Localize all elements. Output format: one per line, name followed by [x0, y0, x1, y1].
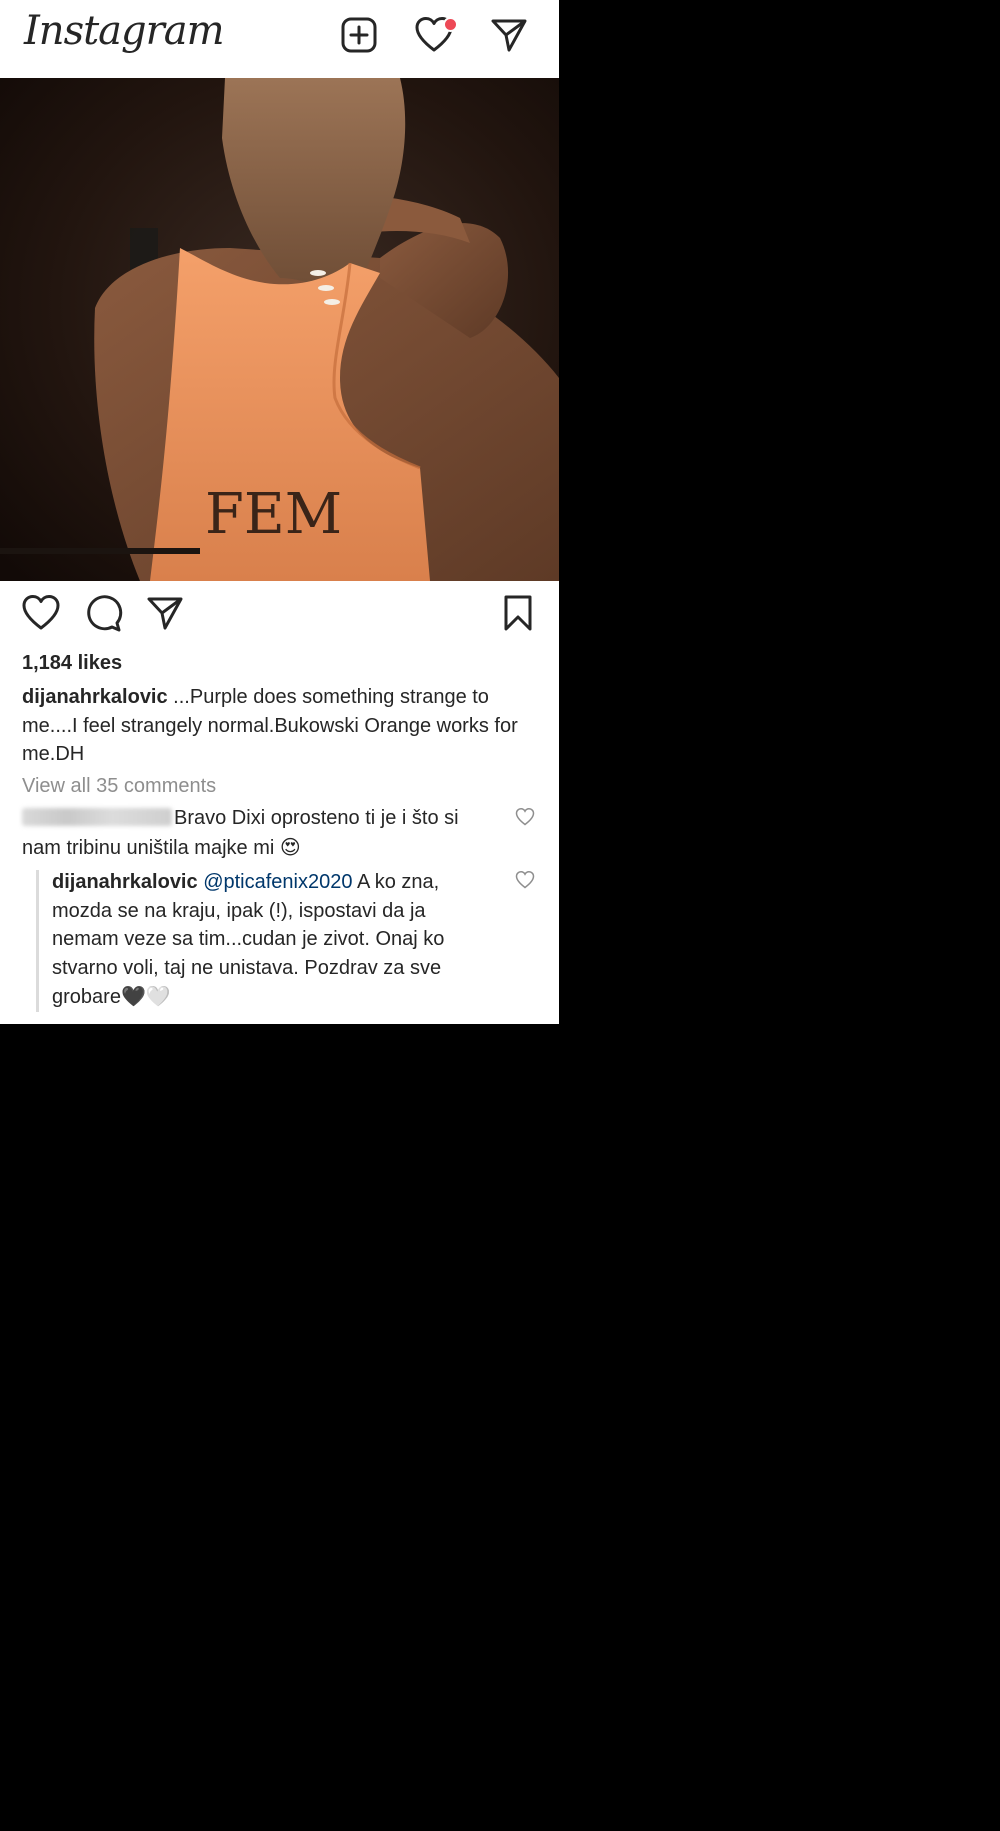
like-heart-icon[interactable]	[21, 593, 61, 633]
comment-like-heart-icon[interactable]	[515, 807, 535, 827]
reply-like-heart-icon[interactable]	[515, 870, 535, 890]
post-caption: dijanahrkalovic ...Purple does something…	[22, 683, 542, 769]
top-bar: Instagram	[0, 0, 559, 78]
new-post-icon[interactable]	[339, 15, 379, 55]
reply-thread-line	[36, 870, 39, 1012]
save-bookmark-icon[interactable]	[498, 593, 538, 633]
heart-eyes-emoji: 😍	[279, 835, 301, 859]
caption-username[interactable]: dijanahrkalovic	[22, 686, 168, 708]
shirt-print: FEM	[205, 482, 342, 547]
instagram-screen: Instagram FEM 1,184 likes dijanahrkalovi…	[0, 0, 559, 1024]
post-photo[interactable]: FEM	[0, 78, 559, 581]
black-heart-emoji: 🖤	[120, 984, 146, 1008]
notification-dot	[443, 17, 458, 32]
reply-item: dijanahrkalovic @pticafenix2020 A ko zna…	[52, 868, 492, 1012]
comment-username-blurred[interactable]	[22, 808, 172, 826]
share-icon[interactable]	[145, 593, 185, 633]
view-all-comments-link[interactable]: View all 35 comments	[22, 775, 216, 798]
reply-username[interactable]: dijanahrkalovic	[52, 871, 198, 893]
white-heart-emoji: 🤍	[145, 984, 171, 1009]
post-actions	[0, 593, 559, 637]
instagram-logo[interactable]: Instagram	[24, 8, 225, 54]
reply-mention-link[interactable]: @pticafenix2020	[203, 871, 352, 893]
likes-count[interactable]: 1,184 likes	[22, 652, 122, 675]
comment-item: Bravo Dixi oprosteno ti je i što si nam …	[22, 804, 502, 863]
comment-icon[interactable]	[83, 593, 123, 633]
direct-message-icon[interactable]	[489, 15, 529, 55]
post-photo-illustration: FEM	[0, 78, 559, 581]
